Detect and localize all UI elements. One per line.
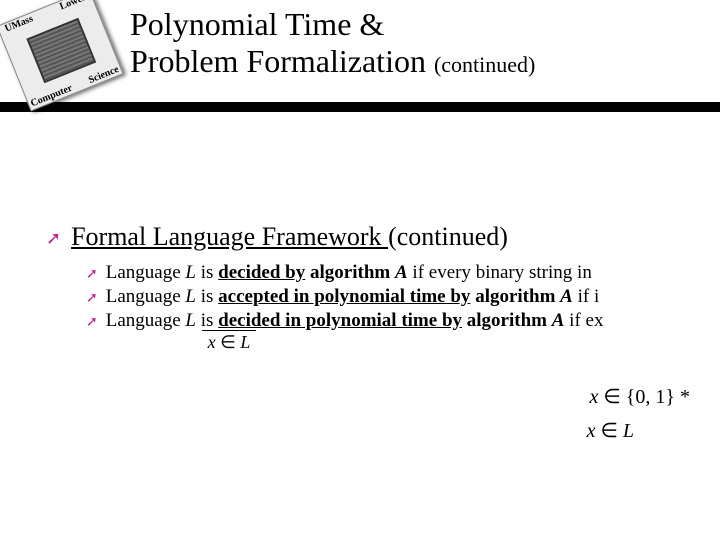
t: is <box>196 262 218 283</box>
bullet-1-text: Language L is decided by algorithm A if … <box>106 262 592 284</box>
arrow-icon: ➚ <box>46 228 61 249</box>
slide-title: Polynomial Time & Problem Formalization … <box>130 6 535 80</box>
var-A: A <box>552 310 565 331</box>
bullet-3-text: Language L is decided in polynomial time… <box>106 310 604 332</box>
arrow-icon: ➚ <box>86 266 98 283</box>
bullet-3: ➚ Language L is decided in polynomial ti… <box>86 310 720 332</box>
logo-text-lowell: Lowell <box>58 0 89 12</box>
t: algorithm <box>305 262 395 283</box>
bullet-2-text: Language L is accepted in polynomial tim… <box>106 286 600 308</box>
t: Language <box>106 286 186 307</box>
t: algorithm <box>462 310 552 331</box>
t: Language <box>106 262 186 283</box>
section-heading: Formal Language Framework (continued) <box>71 222 508 252</box>
sub-bullets: ➚ Language L is decided by algorithm A i… <box>46 262 720 332</box>
key-decided-poly: decided in polynomial time by <box>218 310 462 331</box>
sym-star: * <box>675 386 690 408</box>
t: if ex <box>564 310 603 331</box>
var-A: A <box>560 286 573 307</box>
var-A: A <box>395 262 408 283</box>
section-heading-rest: (continued) <box>388 222 508 252</box>
set-01: {0, 1} <box>626 386 675 408</box>
var-L: L <box>185 262 196 283</box>
t: Language <box>106 310 186 331</box>
title-line1: Polynomial Time & <box>130 6 384 42</box>
title-line2-cont: (continued) <box>434 52 535 77</box>
t: if every binary string in <box>408 262 592 283</box>
sym-in: ∈ <box>598 386 625 408</box>
university-logo: UMass Lowell Science Computer <box>0 0 124 111</box>
chip-icon <box>26 18 96 83</box>
sym-in: ∈ <box>216 332 241 352</box>
title-rule <box>0 102 720 108</box>
sym-in: ∈ <box>595 420 622 442</box>
logo-text-umass: UMass <box>3 13 34 34</box>
key-decided-by: decided by <box>218 262 305 283</box>
var-L: L <box>185 286 196 307</box>
var-x: x <box>208 332 216 352</box>
title-block: Polynomial Time & Problem Formalization … <box>130 4 535 80</box>
var-L: L <box>240 332 250 352</box>
key-accepted-poly: accepted in polynomial time by <box>218 286 470 307</box>
section-heading-underlined: Formal Language Framework <box>71 222 388 251</box>
t: is <box>196 310 218 331</box>
math-x-in-L: x ∈ L <box>587 418 634 443</box>
math-x-in-01star: x ∈ {0, 1} * <box>589 384 690 409</box>
title-line2-main: Problem Formalization <box>130 43 434 79</box>
slide: UMass Lowell Science Computer Polynomial… <box>0 0 720 540</box>
arrow-icon: ➚ <box>86 314 98 331</box>
t: algorithm <box>470 286 560 307</box>
arrow-icon: ➚ <box>86 290 98 307</box>
bullet-2: ➚ Language L is accepted in polynomial t… <box>86 286 720 308</box>
t: is <box>196 286 218 307</box>
slide-body: ➚ Formal Language Framework (continued) … <box>0 112 720 332</box>
header: UMass Lowell Science Computer Polynomial… <box>0 0 720 96</box>
bullet-1: ➚ Language L is decided by algorithm A i… <box>86 262 720 284</box>
section-heading-row: ➚ Formal Language Framework (continued) <box>46 222 720 252</box>
logo-text-science: Science <box>87 64 120 86</box>
math-x-in-L-overline: x ∈ L <box>202 330 256 353</box>
var-L: L <box>185 310 196 331</box>
t: if i <box>573 286 599 307</box>
var-L: L <box>623 420 634 442</box>
